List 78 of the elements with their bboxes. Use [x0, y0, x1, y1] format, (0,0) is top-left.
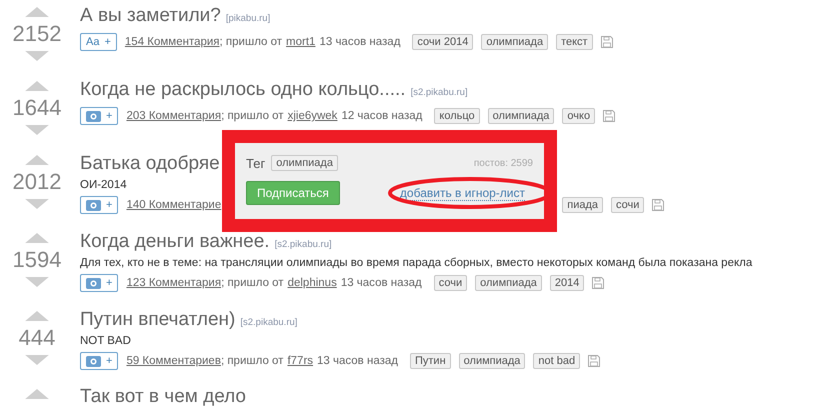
- post-time: 12 часов назад: [341, 110, 422, 122]
- save-icon[interactable]: [600, 36, 613, 48]
- tag-chip[interactable]: 2014: [550, 275, 584, 291]
- tag-chip[interactable]: олимпиада: [271, 155, 338, 171]
- source-link[interactable]: [s2.pikabu.ru]: [274, 239, 332, 250]
- upvote-icon[interactable]: [24, 233, 50, 243]
- post-title[interactable]: Батька одобряе: [80, 152, 220, 176]
- tag-chip[interactable]: текст: [556, 34, 593, 50]
- downvote-icon[interactable]: [24, 51, 50, 61]
- save-icon[interactable]: [603, 110, 616, 122]
- upvote-icon[interactable]: [24, 155, 50, 165]
- post-description: Для тех, кто не в теме: на трансляции олимпиады во время парада сборных, вместо некоторых команд была показана рекла: [80, 257, 752, 269]
- camera-icon: [86, 200, 101, 210]
- add-badge[interactable]: +: [80, 196, 118, 214]
- posted-by-label: ; пришло от: [221, 277, 284, 289]
- source-link[interactable]: [s2.pikabu.ru]: [240, 317, 298, 328]
- tag-chip[interactable]: сочи: [611, 197, 644, 213]
- post-title[interactable]: Так вот в чем дело: [80, 386, 246, 408]
- score: 1644: [12, 96, 62, 120]
- add-badge[interactable]: Aa +: [80, 33, 117, 51]
- add-badge[interactable]: +: [80, 274, 118, 292]
- post-title[interactable]: Когда не раскрылось одно кольцо.....: [80, 78, 406, 102]
- tag-chip[interactable]: пиада: [562, 197, 603, 213]
- upvote-icon[interactable]: [24, 7, 50, 17]
- badge-label: Aa: [86, 36, 100, 48]
- camera-icon: [86, 110, 101, 122]
- comments-link[interactable]: 140 Комментарие: [126, 199, 222, 211]
- comments-link[interactable]: 203 Комментария: [126, 110, 222, 122]
- comments-link[interactable]: 154 Комментария: [124, 36, 220, 48]
- comments-link[interactable]: 123 Комментария: [126, 277, 222, 289]
- add-badge[interactable]: +: [80, 352, 118, 370]
- save-icon[interactable]: [592, 277, 604, 289]
- downvote-icon[interactable]: [24, 277, 50, 287]
- tag-chip[interactable]: Путин: [410, 353, 451, 369]
- camera-icon: [86, 356, 101, 366]
- author-link[interactable]: xjie6ywek: [288, 110, 338, 122]
- popup-label: Тег: [246, 156, 266, 170]
- score: 1594: [12, 248, 62, 272]
- tag-chip[interactable]: олимпиада: [481, 34, 548, 50]
- author-link[interactable]: f77rs: [287, 355, 314, 367]
- post-count: постов: 2599: [474, 158, 533, 168]
- camera-icon: [86, 278, 101, 288]
- tag-chip[interactable]: олимпиада: [475, 275, 542, 291]
- post-description: NOT BAD: [80, 335, 131, 347]
- save-icon[interactable]: [588, 355, 600, 367]
- source-link[interactable]: [pikabu.ru]: [226, 13, 270, 24]
- tag-chip[interactable]: олимпиада: [458, 353, 526, 369]
- upvote-icon[interactable]: [24, 389, 50, 399]
- post-title[interactable]: Путин впечатлен): [80, 308, 236, 332]
- post-time: 13 часов назад: [317, 355, 398, 367]
- downvote-icon[interactable]: [24, 125, 50, 135]
- tag-chip[interactable]: сочи: [434, 275, 468, 291]
- score: 2152: [12, 22, 62, 46]
- post-title[interactable]: А вы заметили?: [80, 4, 221, 28]
- source-link[interactable]: [s2.pikabu.ru]: [410, 87, 468, 98]
- score: 444: [18, 326, 56, 350]
- posted-by-label: ; пришло от: [220, 355, 284, 367]
- post-time: 13 часов назад: [319, 36, 400, 48]
- save-icon[interactable]: [652, 199, 664, 211]
- tag-chip[interactable]: сочи 2014: [412, 34, 474, 50]
- post-title[interactable]: Когда деньги важнее.: [80, 230, 270, 254]
- tag-chip[interactable]: олимпиада: [488, 108, 554, 124]
- downvote-icon[interactable]: [24, 355, 50, 365]
- tag-chip[interactable]: not bad: [533, 353, 580, 369]
- post-time: 13 часов назад: [340, 277, 422, 289]
- upvote-icon[interactable]: [24, 81, 50, 91]
- add-badge[interactable]: +: [80, 107, 118, 125]
- tag-chip[interactable]: кольцо: [434, 108, 480, 124]
- author-link[interactable]: mort1: [286, 36, 316, 48]
- comments-link[interactable]: 59 Комментариев: [126, 355, 221, 367]
- post-description: ОИ-2014: [80, 179, 127, 191]
- author-link[interactable]: delphinus: [288, 277, 337, 289]
- tag-chip[interactable]: очко: [562, 108, 596, 124]
- posted-by-label: ; пришло от: [220, 36, 282, 48]
- score: 2012: [12, 170, 62, 194]
- posted-by-label: ; пришло от: [221, 110, 284, 122]
- upvote-icon[interactable]: [24, 311, 50, 321]
- downvote-icon[interactable]: [24, 199, 50, 209]
